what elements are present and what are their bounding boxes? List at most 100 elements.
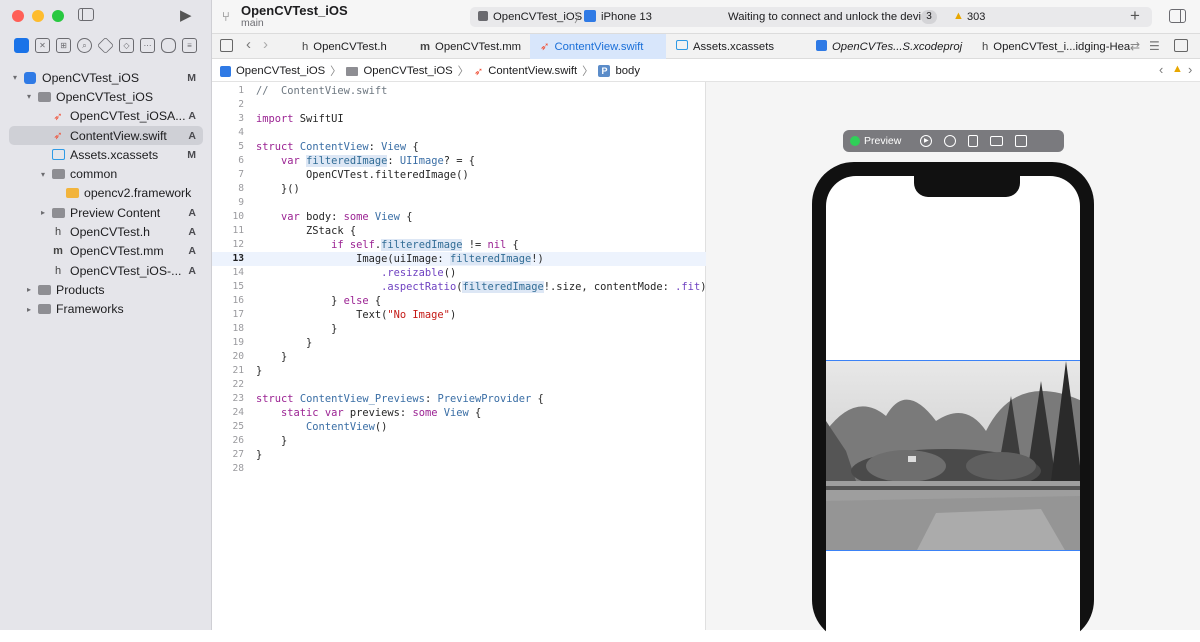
- warning-icon[interactable]: ▲: [1172, 63, 1183, 75]
- tree-item[interactable]: ➶ ContentView.swift A: [9, 125, 203, 146]
- chevron-right-icon[interactable]: ›: [1188, 62, 1192, 77]
- disclosure-expanded-icon[interactable]: ▾: [24, 92, 34, 101]
- code-line[interactable]: }: [256, 336, 706, 350]
- code-line[interactable]: ContentView(): [256, 420, 706, 434]
- tree-item[interactable]: Assets.xcassets M: [0, 145, 212, 164]
- code-line[interactable]: }: [256, 364, 706, 378]
- disclosure-collapsed-icon[interactable]: ▸: [24, 285, 34, 294]
- disclosure-expanded-icon[interactable]: ▾: [38, 170, 48, 179]
- report-navigator-icon[interactable]: ≡: [182, 38, 197, 53]
- code-line[interactable]: }: [256, 350, 706, 364]
- preview-button[interactable]: Preview: [850, 135, 901, 147]
- code-line[interactable]: Text("No Image"): [256, 308, 706, 322]
- tree-item[interactable]: m OpenCVTest.mm A: [0, 242, 212, 261]
- code-line[interactable]: import SwiftUI: [256, 112, 706, 126]
- editor-tab[interactable]: h OpenCVTest.h: [292, 34, 402, 59]
- tree-item[interactable]: h OpenCVTest_iOS-... A: [0, 261, 212, 280]
- code-line[interactable]: } else {: [256, 294, 706, 308]
- swap-icon[interactable]: ⇄: [1130, 39, 1140, 53]
- disclosure-expanded-icon[interactable]: ▾: [10, 73, 20, 82]
- close-window-button[interactable]: [12, 10, 24, 22]
- code-line[interactable]: }: [256, 434, 706, 448]
- editor-tab[interactable]: OpenCVTes...S.xcodeproj: [806, 34, 966, 59]
- inspect-icon[interactable]: [944, 135, 957, 147]
- tree-item[interactable]: ▸ Preview Content A: [0, 203, 212, 222]
- chevron-left-icon[interactable]: ‹: [1159, 62, 1163, 77]
- tree-item[interactable]: ▾ common: [0, 164, 212, 183]
- jumpbar-file[interactable]: ContentView.swift: [488, 65, 577, 77]
- back-icon[interactable]: ‹: [246, 36, 251, 53]
- code-line[interactable]: Image(uiImage: filteredImage!): [256, 252, 706, 266]
- symbol-navigator-icon[interactable]: ⊞: [56, 38, 71, 53]
- editor-grid-icon[interactable]: [220, 39, 233, 52]
- disclosure-collapsed-icon[interactable]: ▸: [38, 208, 48, 217]
- add-icon[interactable]: +: [1130, 6, 1140, 26]
- code-line[interactable]: }: [256, 322, 706, 336]
- tree-item[interactable]: ▾ OpenCVTest_iOS: [0, 87, 212, 106]
- project-navigator-icon[interactable]: [14, 38, 29, 53]
- code-line[interactable]: if self.filteredImage != nil {: [256, 238, 706, 252]
- run-icon[interactable]: ▶: [180, 6, 192, 24]
- scm-status-badge: M: [187, 71, 196, 84]
- code-text[interactable]: // ContentView.swift import SwiftUI stru…: [256, 84, 706, 476]
- rotate-icon[interactable]: [968, 135, 979, 147]
- editor-tab[interactable]: ➶ ContentView.swift: [530, 34, 666, 59]
- code-line[interactable]: }: [256, 448, 706, 462]
- code-line[interactable]: [256, 126, 706, 140]
- forward-icon[interactable]: ›: [263, 36, 268, 53]
- code-line[interactable]: [256, 378, 706, 392]
- code-line[interactable]: .aspectRatio(filteredImage!.size, conten…: [256, 280, 706, 294]
- editor-tab[interactable]: m OpenCVTest.mm: [410, 34, 522, 59]
- tree-item[interactable]: ▸ Products: [0, 280, 212, 299]
- code-line[interactable]: var body: some View {: [256, 210, 706, 224]
- line-number: 22: [232, 379, 244, 390]
- split-editor-icon[interactable]: [1174, 39, 1188, 52]
- toggle-sidebar-icon[interactable]: [78, 8, 94, 21]
- editor-tab[interactable]: h OpenCVTest_i...idging-Hea: [972, 34, 1132, 59]
- tree-item[interactable]: h OpenCVTest.h A: [0, 222, 212, 241]
- tree-item[interactable]: opencv2.framework: [0, 184, 212, 203]
- scheme-device[interactable]: iPhone 13: [601, 11, 652, 23]
- code-line[interactable]: [256, 98, 706, 112]
- device-settings-icon[interactable]: [990, 136, 1004, 146]
- jumpbar-project[interactable]: OpenCVTest_iOS: [236, 65, 325, 77]
- debug-navigator-icon[interactable]: ⋯: [140, 38, 155, 53]
- toggle-inspector-icon[interactable]: [1169, 9, 1186, 23]
- tree-item[interactable]: ▸ Frameworks: [0, 300, 212, 319]
- play-icon[interactable]: ▶: [920, 135, 933, 147]
- test-navigator-icon[interactable]: ◇: [119, 38, 134, 53]
- code-line[interactable]: .resizable(): [256, 266, 706, 280]
- disclosure-collapsed-icon[interactable]: ▸: [24, 305, 34, 314]
- source-editor[interactable]: 1 2 3 4 5 6 7 8 9 10 11 12 13 14 15 16 17 18 19 20 21 22 23 24 2…: [212, 82, 706, 630]
- code-line[interactable]: struct ContentView_Previews: PreviewProv…: [256, 392, 706, 406]
- tree-item[interactable]: ▾ OpenCVTest_iOS M: [0, 68, 212, 87]
- editor-options-icon[interactable]: ☰: [1149, 39, 1160, 53]
- code-line[interactable]: // ContentView.swift: [256, 84, 706, 98]
- code-line[interactable]: [256, 196, 706, 210]
- phone-screen[interactable]: [826, 176, 1080, 642]
- warning-count[interactable]: 303: [967, 11, 985, 23]
- scheme-target[interactable]: OpenCVTest_iOS: [493, 11, 582, 23]
- filtered-image-preview[interactable]: [826, 360, 1080, 551]
- activity-view[interactable]: OpenCVTest_iOS 〉 iPhone 13 Waiting to co…: [470, 7, 1152, 27]
- tree-item[interactable]: ➶ OpenCVTest_iOSA... A: [0, 107, 212, 126]
- code-line[interactable]: ZStack {: [256, 224, 706, 238]
- code-line[interactable]: var filteredImage: UIImage? = {: [256, 154, 706, 168]
- find-navigator-icon[interactable]: ⌕: [77, 38, 92, 53]
- branch-name[interactable]: main: [241, 17, 264, 29]
- source-control-icon[interactable]: ✕: [35, 38, 50, 53]
- minimize-window-button[interactable]: [32, 10, 44, 22]
- duplicate-icon[interactable]: [1015, 135, 1028, 147]
- status-count-badge[interactable]: 3: [921, 10, 937, 24]
- issue-navigator-icon[interactable]: [97, 37, 114, 54]
- editor-tab[interactable]: Assets.xcassets: [666, 34, 796, 59]
- zoom-window-button[interactable]: [52, 10, 64, 22]
- jumpbar-group[interactable]: OpenCVTest_iOS: [363, 65, 452, 77]
- code-line[interactable]: struct ContentView: View {: [256, 140, 706, 154]
- code-line[interactable]: [256, 462, 706, 476]
- code-line[interactable]: }(): [256, 182, 706, 196]
- code-line[interactable]: OpenCVTest.filteredImage(): [256, 168, 706, 182]
- breakpoint-navigator-icon[interactable]: [161, 38, 176, 53]
- code-line[interactable]: static var previews: some View {: [256, 406, 706, 420]
- jumpbar-symbol[interactable]: body: [615, 65, 640, 77]
